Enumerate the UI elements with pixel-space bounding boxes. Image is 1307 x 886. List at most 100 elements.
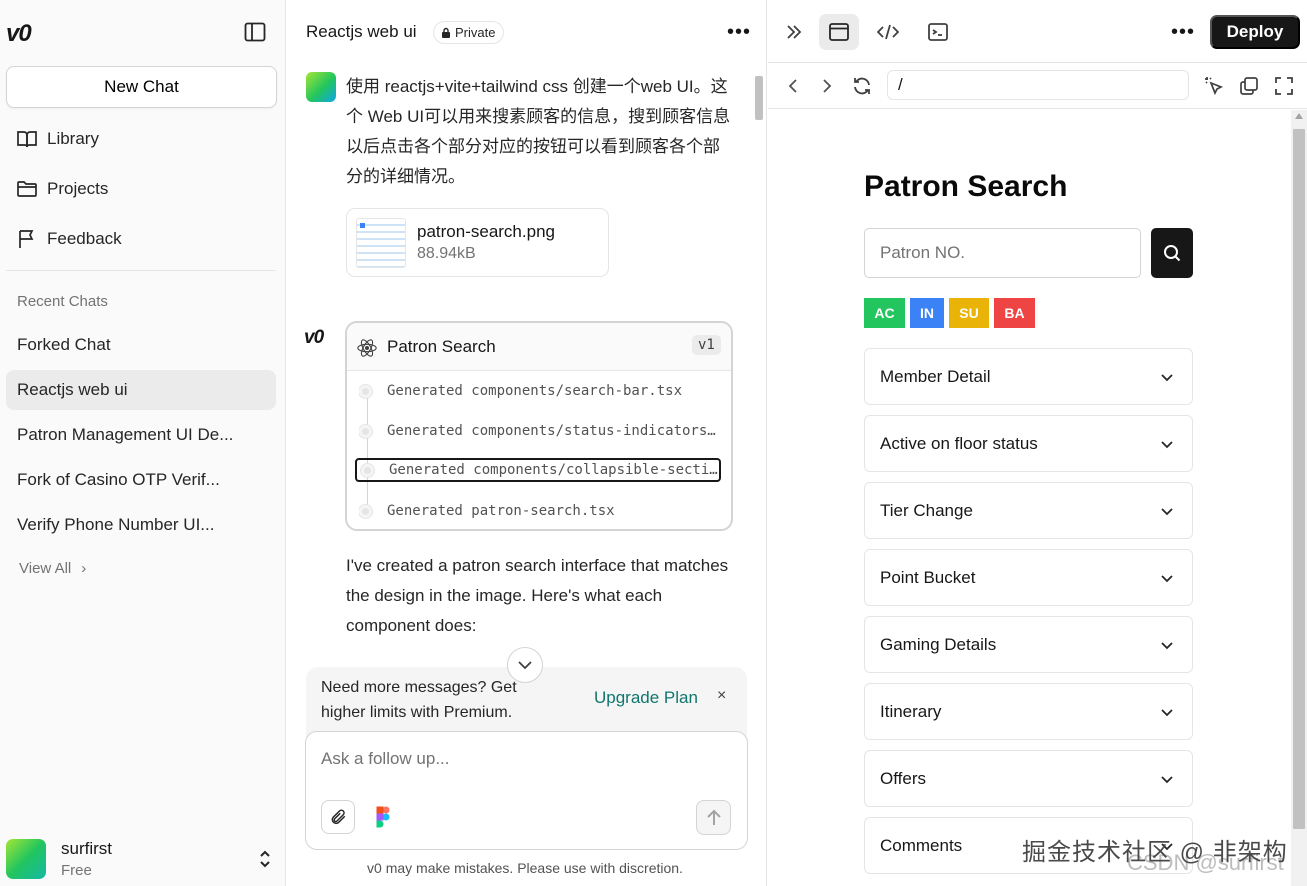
generation-step[interactable]: Generated components/status-indicators.t… <box>359 419 723 443</box>
generation-step[interactable]: Generated patron-search.tsx <box>359 499 723 523</box>
recent-chat-item[interactable]: Verify Phone Number UI... <box>6 505 276 545</box>
sidebar-toggle-icon[interactable] <box>244 22 266 42</box>
new-chat-button[interactable]: New Chat <box>6 66 277 108</box>
section-tier-change[interactable]: Tier Change <box>864 482 1193 539</box>
chevron-up-down-icon[interactable] <box>257 849 273 869</box>
sidebar-item-feedback[interactable]: Feedback <box>16 224 122 254</box>
status-tag-ac[interactable]: AC <box>864 298 905 328</box>
attachment-thumbnail <box>356 218 406 268</box>
section-gaming-details[interactable]: Gaming Details <box>864 616 1193 673</box>
recent-chat-item-active[interactable]: Reactjs web ui <box>6 370 276 410</box>
deploy-button[interactable]: Deploy <box>1210 15 1300 49</box>
status-tag-ba[interactable]: BA <box>994 298 1035 328</box>
status-tag-in[interactable]: IN <box>910 298 944 328</box>
v0-avatar-logo: v0 <box>304 327 324 348</box>
chevron-down-icon <box>1161 373 1173 381</box>
section-active-on-floor-status[interactable]: Active on floor status <box>864 415 1193 472</box>
app-title: Patron Search <box>864 170 1068 203</box>
generation-step[interactable]: Generated components/search-bar.tsx <box>359 379 723 403</box>
send-button[interactable] <box>696 800 731 835</box>
recent-chats-label: Recent Chats <box>17 293 108 310</box>
more-options-icon[interactable]: ••• <box>1171 22 1195 42</box>
sidebar-item-label: Feedback <box>47 229 122 248</box>
terminal-tab-button[interactable] <box>918 14 958 50</box>
flag-icon <box>19 230 34 248</box>
follow-up-input[interactable] <box>321 749 721 769</box>
address-bar <box>768 63 1307 109</box>
preview-tab-button[interactable] <box>819 14 859 50</box>
sidebar: v0 New Chat Library Projects Feedback Re… <box>0 0 286 886</box>
more-options-icon[interactable]: ••• <box>727 22 751 42</box>
chat-panel: Reactjs web ui Private ••• 使用 reactjs+vi… <box>287 0 767 886</box>
attachment-card[interactable]: patron-search.png 88.94kB <box>346 208 609 277</box>
chevron-down-icon <box>1161 574 1173 582</box>
chevron-down-icon <box>1161 507 1173 515</box>
scroll-down-button[interactable] <box>507 647 543 683</box>
chevron-down-icon <box>1161 641 1173 649</box>
patron-number-input[interactable] <box>864 228 1141 278</box>
upgrade-plan-link[interactable]: Upgrade Plan <box>594 688 698 708</box>
section-label: Offers <box>880 768 926 788</box>
section-label: Gaming Details <box>880 634 997 654</box>
code-icon <box>877 24 899 40</box>
private-label: Private <box>455 25 496 40</box>
url-input[interactable] <box>887 70 1189 100</box>
status-tag-su[interactable]: SU <box>949 298 989 328</box>
section-label: Itinerary <box>880 701 942 721</box>
select-element-button[interactable] <box>1201 73 1227 99</box>
preview-panel: ••• Deploy Patron Search AC IN SU <box>768 0 1307 886</box>
book-icon <box>17 131 37 148</box>
chat-scrollbar[interactable] <box>753 66 763 664</box>
assistant-message: I've created a patron search interface t… <box>346 556 729 635</box>
fullscreen-button[interactable] <box>1271 73 1297 99</box>
forward-button[interactable] <box>814 73 840 99</box>
watermark-juejin: 掘金技术社区 @ 非架构 <box>1022 839 1288 866</box>
browser-window-icon <box>829 23 849 41</box>
code-tab-button[interactable] <box>868 14 908 50</box>
recent-chat-item[interactable]: Fork of Casino OTP Verif... <box>6 460 276 500</box>
attachment-name: patron-search.png <box>417 222 555 241</box>
refresh-button[interactable] <box>849 73 875 99</box>
chevron-left-icon <box>788 79 797 93</box>
view-all-label: View All <box>19 560 72 577</box>
section-label: Active on floor status <box>880 433 1038 453</box>
chevron-down-icon <box>1161 775 1173 783</box>
chat-title[interactable]: Reactjs web ui <box>306 22 417 42</box>
search-button[interactable] <box>1151 228 1193 278</box>
recent-chat-item[interactable]: Forked Chat <box>6 325 276 365</box>
cursor-select-icon <box>1205 77 1224 96</box>
user-plan: Free <box>61 862 92 879</box>
figma-icon[interactable] <box>372 806 394 830</box>
scroll-up-arrow-icon[interactable] <box>1295 113 1303 119</box>
step-label: Generated components/search-bar.tsx <box>387 383 683 399</box>
chevron-right-icon: › <box>81 560 87 577</box>
back-button[interactable] <box>780 73 806 99</box>
sidebar-item-library[interactable]: Library <box>16 124 99 154</box>
sidebar-item-label: Library <box>47 129 99 148</box>
user-name: surfirst <box>61 839 112 858</box>
section-offers[interactable]: Offers <box>864 750 1193 807</box>
message-composer <box>305 731 748 850</box>
user-message-avatar <box>306 72 336 102</box>
generation-step-focused[interactable]: Generated components/collapsible-section… <box>355 458 721 482</box>
chevron-down-icon <box>1161 708 1173 716</box>
section-itinerary[interactable]: Itinerary <box>864 683 1193 740</box>
collapse-panel-button[interactable] <box>774 14 814 50</box>
generation-card[interactable]: Patron Search v1 Generated components/se… <box>345 321 733 531</box>
recent-chat-item[interactable]: Patron Management UI De... <box>6 415 276 455</box>
user-avatar[interactable] <box>6 839 46 879</box>
view-all-link[interactable]: View All › <box>19 560 86 577</box>
section-member-detail[interactable]: Member Detail <box>864 348 1193 405</box>
step-label: Generated components/status-indicators.t… <box>387 423 723 439</box>
v0-logo[interactable]: v0 <box>6 20 32 48</box>
close-icon[interactable]: × <box>717 687 726 705</box>
private-badge[interactable]: Private <box>433 21 505 44</box>
attach-button[interactable] <box>321 800 355 834</box>
chat-scrollbar-thumb[interactable] <box>755 76 763 120</box>
step-dot-icon <box>359 384 372 398</box>
section-point-bucket[interactable]: Point Bucket <box>864 549 1193 606</box>
open-new-window-button[interactable] <box>1236 73 1262 99</box>
step-label: Generated components/collapsible-section… <box>389 462 719 478</box>
sidebar-item-projects[interactable]: Projects <box>16 174 108 204</box>
preview-scrollbar-thumb[interactable] <box>1293 129 1305 829</box>
